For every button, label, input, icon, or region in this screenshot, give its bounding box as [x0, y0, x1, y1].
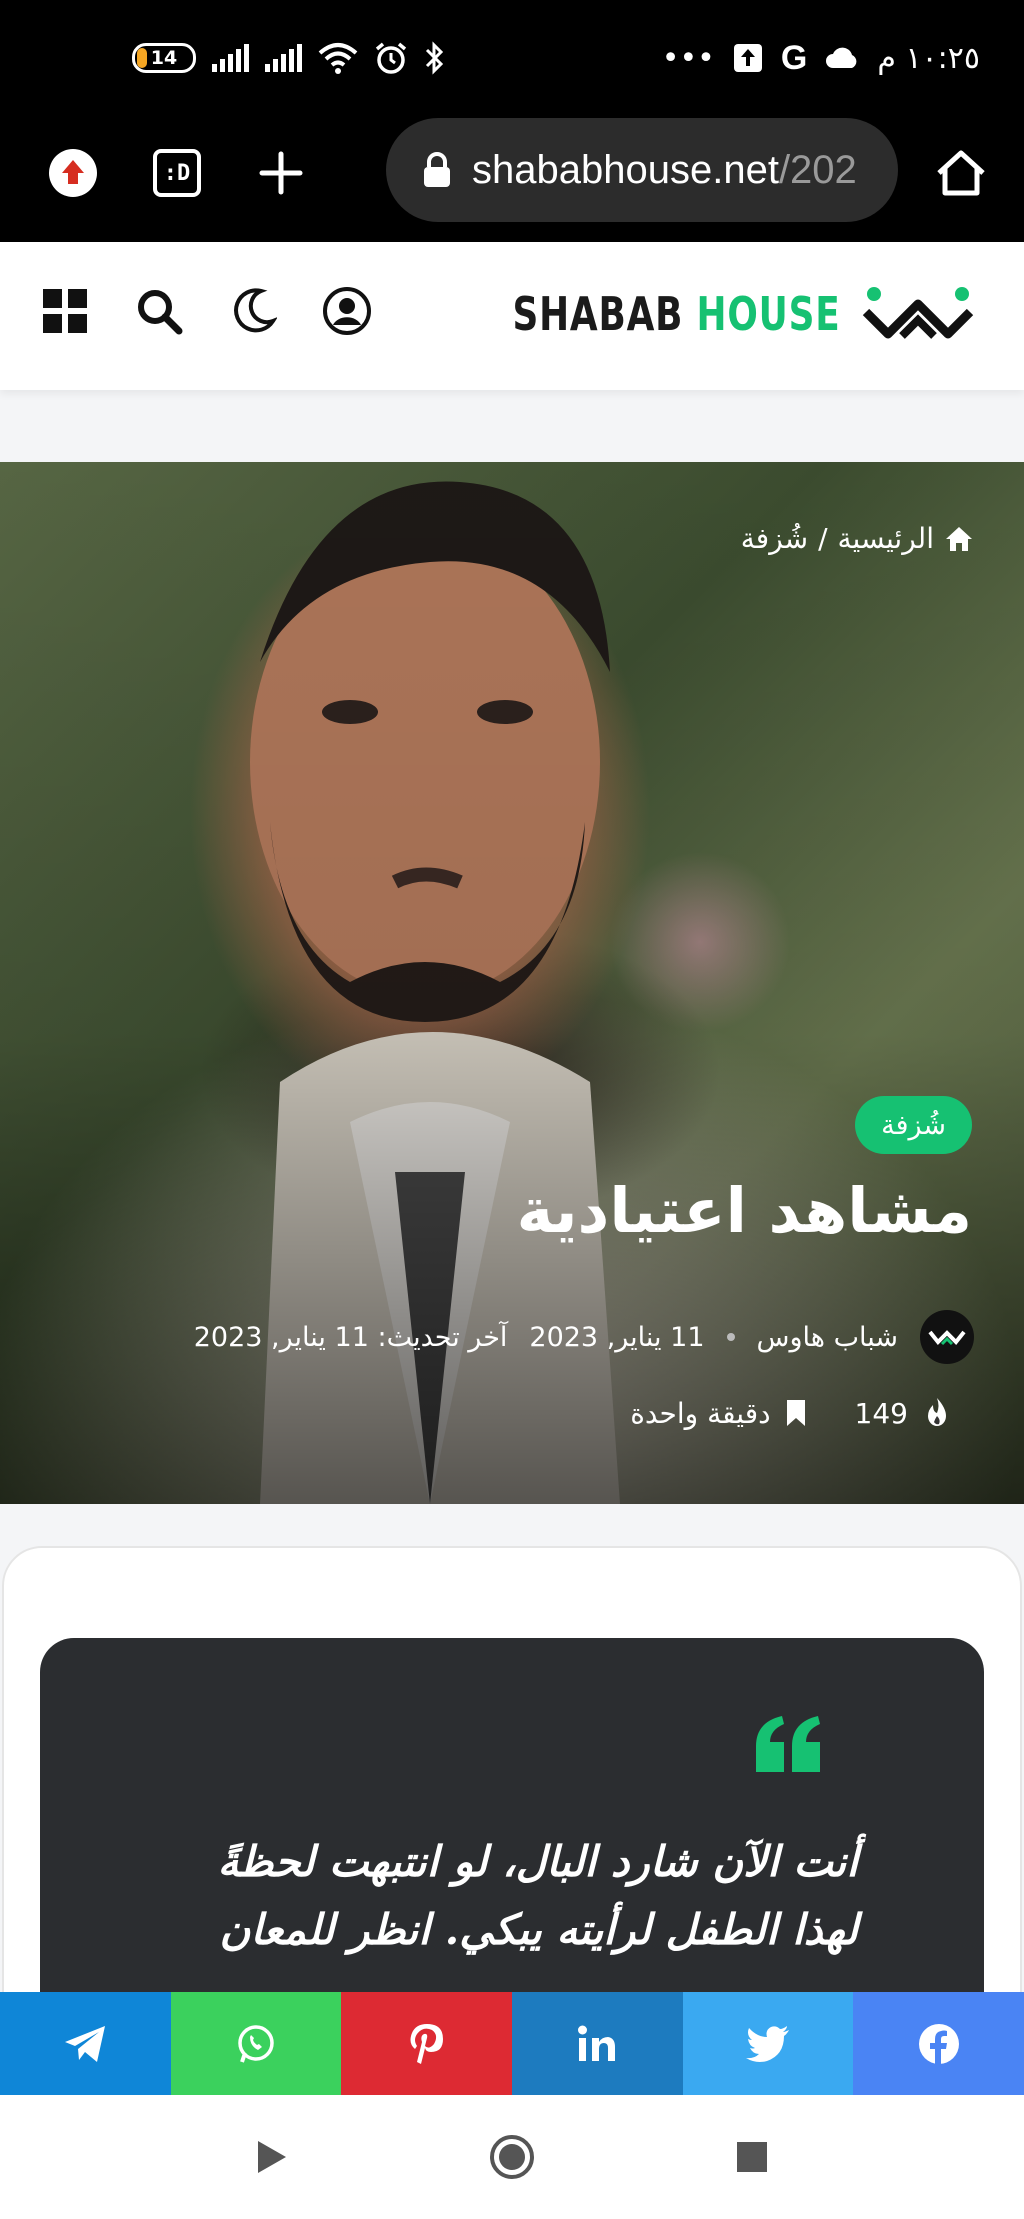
article-meta: شباب هاوس 11 يناير, 2023 آخر تحديث: 11 ي…: [194, 1310, 974, 1364]
cloud-icon: [825, 46, 859, 70]
play-triangle-icon: [258, 2141, 286, 2173]
article-title: مشاهد اعتيادية: [516, 1174, 972, 1247]
account-button[interactable]: [322, 286, 372, 336]
quote-icon: [756, 1716, 820, 1772]
hero-overlay: الرئيسية / شُزفة شُزفة مشاهد اعتيادية شب…: [0, 462, 1024, 1504]
pinterest-icon: [410, 2023, 443, 2064]
home-icon: [946, 526, 972, 551]
breadcrumb: الرئيسية / شُزفة: [741, 522, 974, 555]
breadcrumb-separator: /: [818, 522, 828, 555]
url-host: shababhouse.net: [472, 147, 779, 192]
upload-arrow-icon: [49, 149, 97, 197]
google-icon: G: [780, 38, 808, 77]
updated-date: آخر تحديث: 11 يناير, 2023: [193, 1321, 508, 1353]
tabs-icon-label: :D: [163, 160, 191, 186]
home-nav-button[interactable]: [482, 2127, 542, 2187]
grid-icon: [43, 289, 87, 333]
quote-text: أنت الآن شارد البال، لو انتبهت لحظةً لهذ…: [217, 1837, 858, 1954]
publish-date: 11 يناير, 2023: [529, 1321, 705, 1353]
linkedin-icon: [578, 2025, 616, 2061]
address-bar[interactable]: shababhouse.net/202: [386, 118, 898, 222]
lock-icon: [424, 152, 450, 187]
menu-grid-button[interactable]: [40, 286, 90, 336]
status-icons-left: 14: [132, 38, 446, 78]
author-name[interactable]: شباب هاوس: [757, 1322, 898, 1353]
bluetooth-icon: [424, 41, 446, 75]
bookmark-icon: [786, 1400, 805, 1426]
logo-word-house: HOUSE: [696, 287, 840, 341]
meta-separator-dot: [726, 1333, 735, 1341]
facebook-icon: [918, 2023, 959, 2065]
more-icon: •••: [661, 40, 715, 76]
status-icons-right: ••• G ١٠:٢٥ م: [662, 38, 980, 78]
url-text: shababhouse.net/202: [472, 148, 857, 193]
alarm-icon: [374, 41, 408, 75]
plus-icon: [259, 151, 303, 195]
share-linkedin-button[interactable]: [512, 1992, 683, 2095]
fire-icon: [928, 1398, 946, 1426]
battery-icon: 14: [132, 43, 196, 73]
share-whatsapp-button[interactable]: [170, 1992, 342, 2095]
url-path: /202: [778, 147, 857, 192]
logo-text: SHABAB HOUSE: [512, 287, 840, 341]
status-bar: 14 ••• G ١٠:٢٥ م: [0, 0, 1024, 118]
moon-icon: [234, 288, 277, 333]
user-icon: [323, 287, 371, 335]
breadcrumb-home-link[interactable]: الرئيسية: [838, 522, 934, 555]
wifi-icon: [318, 41, 358, 75]
twitter-icon: [746, 2025, 790, 2062]
signal-icon-1: [212, 44, 249, 72]
extension-button[interactable]: [40, 140, 106, 206]
author-avatar[interactable]: [920, 1310, 974, 1364]
telegram-icon: [65, 2025, 106, 2062]
battery-level: 14: [150, 47, 178, 69]
circle-home-icon: [490, 2135, 534, 2179]
tabs-icon: :D: [153, 149, 201, 197]
share-twitter-button[interactable]: [682, 1992, 854, 2095]
share-telegram-button[interactable]: [0, 1992, 171, 2095]
new-tab-button[interactable]: [248, 140, 314, 206]
recents-button[interactable]: [722, 2127, 782, 2187]
screen: 14 ••• G ١٠:٢٥ م:D shababhouse.net/202 …: [0, 0, 1024, 2219]
tabs-button[interactable]: :D: [144, 140, 210, 206]
share-facebook-button[interactable]: [853, 1992, 1024, 2095]
category-badge[interactable]: شُزفة: [855, 1096, 972, 1154]
header-icons: [40, 286, 372, 336]
site-header: SHABAB HOUSE: [0, 242, 1024, 390]
signal-icon-2: [265, 44, 302, 72]
clock-time: ١٠:٢٥ م: [877, 40, 980, 76]
article-stats: 149 دقيقة واحدة: [630, 1396, 952, 1430]
home-button[interactable]: [928, 140, 994, 206]
breadcrumb-category[interactable]: شُزفة: [741, 522, 808, 555]
square-recents-icon: [737, 2142, 767, 2172]
view-count: 149: [854, 1396, 908, 1430]
search-button[interactable]: [134, 286, 184, 336]
upload-icon: [733, 43, 763, 73]
dark-mode-button[interactable]: [228, 286, 278, 336]
whatsapp-icon: [238, 2024, 274, 2063]
logo-mark-icon: [928, 1330, 966, 1346]
home-icon: [937, 150, 985, 196]
logo-mark-icon: [862, 287, 974, 339]
share-bar: [0, 1992, 1024, 2095]
read-time: دقيقة واحدة: [630, 1396, 771, 1430]
logo-word-shabab: SHABAB: [512, 287, 683, 341]
back-button[interactable]: [242, 2127, 302, 2187]
search-icon: [138, 290, 183, 335]
share-pinterest-button[interactable]: [341, 1992, 513, 2095]
article-hero: الرئيسية / شُزفة شُزفة مشاهد اعتيادية شب…: [0, 462, 1024, 1504]
system-nav-bar: [0, 2095, 1024, 2219]
site-logo[interactable]: SHABAB HOUSE: [420, 284, 976, 344]
browser-toolbar: :D shababhouse.net/202: [0, 118, 1024, 242]
